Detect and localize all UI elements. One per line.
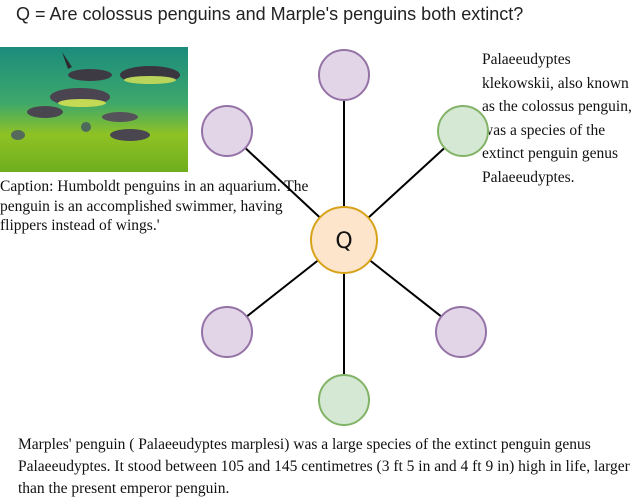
edge-node-upper-left — [244, 147, 321, 219]
node-bottom — [318, 374, 370, 426]
edge-node-upper-right — [367, 147, 446, 219]
node-top — [318, 49, 370, 101]
node-upper-right — [437, 105, 489, 157]
star-graph: Q — [201, 49, 489, 426]
node-upper-left — [201, 105, 253, 157]
node-lower-right — [435, 306, 487, 358]
edge-node-lower-left — [246, 259, 319, 318]
node-lower-left — [201, 306, 253, 358]
center-node-label: Q — [335, 229, 352, 254]
edge-node-lower-right — [369, 259, 442, 318]
